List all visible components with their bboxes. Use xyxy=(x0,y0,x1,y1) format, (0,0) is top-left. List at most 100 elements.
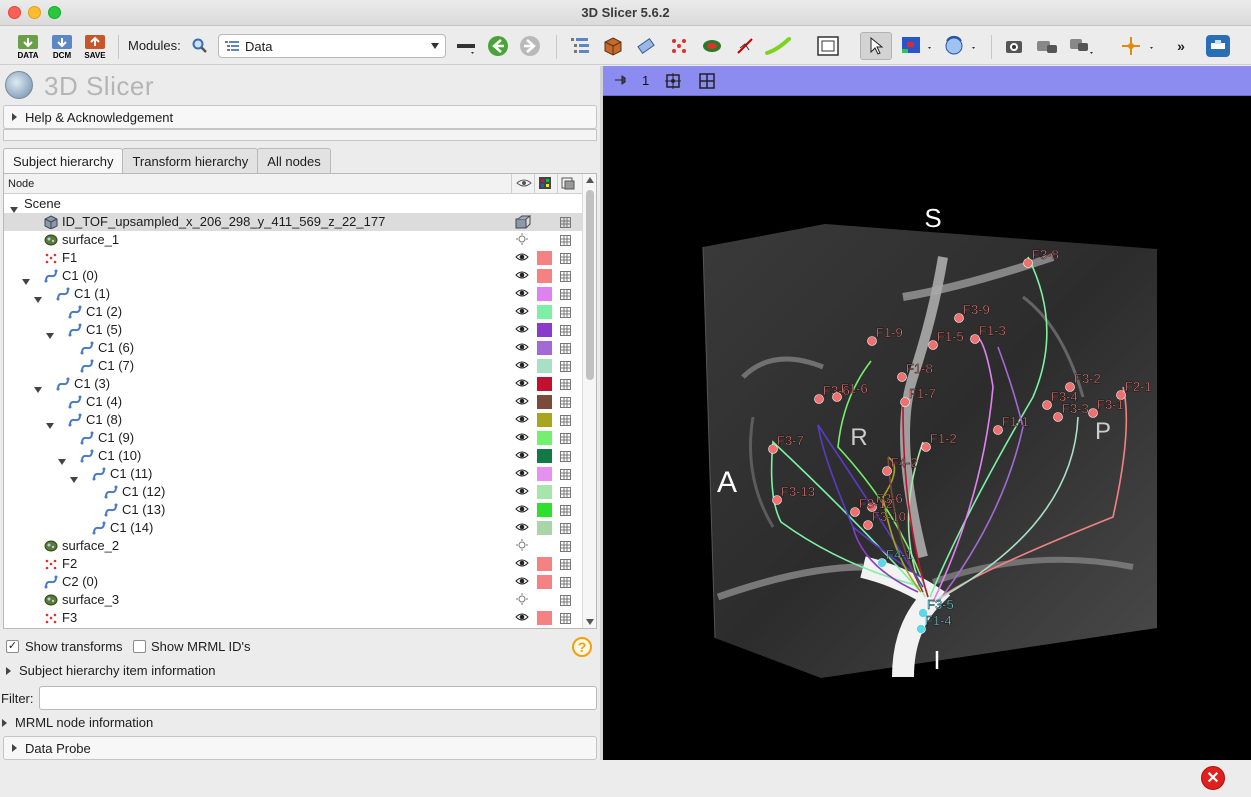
node-column-header[interactable]: Node xyxy=(8,178,34,190)
eye-icon[interactable] xyxy=(515,413,529,427)
dicom-button[interactable]: DCM xyxy=(48,32,76,60)
save-button[interactable]: SAVE xyxy=(81,32,109,60)
curve-module-button[interactable] xyxy=(764,32,792,60)
tree-row[interactable]: F2 xyxy=(4,555,582,573)
color-swatch[interactable] xyxy=(537,521,552,535)
help-icon[interactable]: ? xyxy=(572,637,592,657)
eye-icon[interactable] xyxy=(515,305,529,319)
close-window-button[interactable] xyxy=(8,6,21,19)
eye-icon[interactable] xyxy=(515,521,529,535)
data-probe-section[interactable]: Data Probe xyxy=(3,736,597,760)
transform-grid-icon[interactable] xyxy=(560,486,571,498)
mrml-node-info-section[interactable]: MRML node information xyxy=(2,715,153,730)
select-mode-button[interactable] xyxy=(860,32,892,60)
transform-column-icon[interactable] xyxy=(561,177,575,193)
scene-views-menu-button[interactable] xyxy=(1067,32,1097,60)
tab-all-nodes[interactable]: All nodes xyxy=(257,148,331,173)
tree-row[interactable]: Scene xyxy=(4,195,582,213)
tree-row[interactable]: F1 xyxy=(4,249,582,267)
tree-row[interactable]: C1 (10) xyxy=(4,447,582,465)
transform-grid-icon[interactable] xyxy=(560,468,571,480)
eye-icon[interactable] xyxy=(515,611,529,625)
sh-item-info-section[interactable]: Subject hierarchy item information xyxy=(6,663,216,678)
error-log-icon[interactable]: ✕ xyxy=(1201,766,1225,790)
view-layout-button[interactable] xyxy=(815,32,841,60)
transform-grid-icon[interactable] xyxy=(560,396,571,408)
tree-row[interactable]: C1 (13) xyxy=(4,501,582,519)
tree-row[interactable]: C1 (11) xyxy=(4,465,582,483)
transform-grid-icon[interactable] xyxy=(560,270,571,282)
transform-grid-icon[interactable] xyxy=(560,378,571,390)
color-swatch[interactable] xyxy=(537,467,552,481)
tree-row[interactable]: C1 (5) xyxy=(4,321,582,339)
transform-grid-icon[interactable] xyxy=(560,414,571,426)
transform-grid-icon[interactable] xyxy=(560,216,571,228)
transform-grid-icon[interactable] xyxy=(560,450,571,462)
3d-render[interactable]: S A R P I F3-8F3-9F1-9 F1-5 F1-3F1-8F3-6F1… xyxy=(603,97,1251,760)
volumes-module-button[interactable] xyxy=(601,32,625,60)
crosshair-mode-button[interactable] xyxy=(942,32,980,60)
tree-row[interactable]: C1 (6) xyxy=(4,339,582,357)
center-view-icon[interactable] xyxy=(664,72,682,93)
transform-grid-icon[interactable] xyxy=(560,234,571,246)
scene-view-button[interactable] xyxy=(1034,32,1060,60)
next-module-button[interactable] xyxy=(517,32,543,60)
eye-icon[interactable] xyxy=(515,431,529,445)
tree-row[interactable]: C1 (8) xyxy=(4,411,582,429)
transform-grid-icon[interactable] xyxy=(560,522,571,534)
screenshot-button[interactable] xyxy=(1002,32,1026,60)
tree-row[interactable]: C2 (0) xyxy=(4,573,582,591)
maximize-window-button[interactable] xyxy=(48,6,61,19)
color-swatch[interactable] xyxy=(537,431,552,445)
hidden-eye-icon[interactable] xyxy=(515,233,529,247)
tree-row[interactable]: C1 (3) xyxy=(4,375,582,393)
color-swatch[interactable] xyxy=(537,377,552,391)
eye-icon[interactable] xyxy=(515,467,529,481)
transform-grid-icon[interactable] xyxy=(560,594,571,606)
transform-grid-icon[interactable] xyxy=(560,252,571,264)
hidden-eye-icon[interactable] xyxy=(515,539,529,553)
subject-hierarchy-tree[interactable]: Node Scene ID_TOF_upsampled_x_206_298_y_4… xyxy=(3,173,597,629)
window-level-button[interactable] xyxy=(898,32,936,60)
eye-icon[interactable] xyxy=(515,449,529,463)
transform-grid-icon[interactable] xyxy=(560,540,571,552)
scrollbar-thumb[interactable] xyxy=(586,190,594,380)
color-swatch[interactable] xyxy=(537,305,552,319)
eye-icon[interactable] xyxy=(515,377,529,391)
eye-icon[interactable] xyxy=(515,557,529,571)
tree-row[interactable]: ID_TOF_upsampled_x_206_298_y_411_569_z_2… xyxy=(4,213,582,231)
color-swatch[interactable] xyxy=(537,557,552,571)
color-swatch[interactable] xyxy=(537,287,552,301)
color-swatch[interactable] xyxy=(537,251,552,265)
tree-row[interactable]: C1 (4) xyxy=(4,393,582,411)
color-swatch[interactable] xyxy=(537,341,552,355)
eye-icon[interactable] xyxy=(515,287,529,301)
filter-input[interactable] xyxy=(39,686,597,710)
transform-grid-icon[interactable] xyxy=(560,288,571,300)
show-mrml-ids-checkbox[interactable] xyxy=(133,640,146,653)
eye-icon[interactable] xyxy=(515,485,529,499)
3d-view[interactable]: 1 S A R P I F3-8 F3-9 F1-9 F1-5 F1-3 F1-… xyxy=(603,66,1251,760)
tree-row[interactable]: C1 (7) xyxy=(4,357,582,375)
color-swatch[interactable] xyxy=(537,323,552,337)
models-module-button[interactable] xyxy=(634,32,658,60)
data-module-button[interactable] xyxy=(568,32,592,60)
module-selector[interactable]: Data xyxy=(218,34,446,58)
tab-subject-hierarchy[interactable]: Subject hierarchy xyxy=(3,148,124,174)
color-swatch[interactable] xyxy=(537,611,552,625)
eye-icon[interactable] xyxy=(515,269,529,283)
transform-grid-icon[interactable] xyxy=(560,360,571,372)
eye-icon[interactable] xyxy=(515,503,529,517)
transform-grid-icon[interactable] xyxy=(560,576,571,588)
color-swatch[interactable] xyxy=(537,269,552,283)
segment-editor-button[interactable] xyxy=(700,32,724,60)
tree-row[interactable]: surface_3 xyxy=(4,591,582,609)
view-layout-grid-icon[interactable] xyxy=(698,72,716,93)
transform-grid-icon[interactable] xyxy=(560,432,571,444)
tree-row[interactable]: C1 (9) xyxy=(4,429,582,447)
load-data-button[interactable]: DATA xyxy=(14,32,42,60)
transform-grid-icon[interactable] xyxy=(560,504,571,516)
color-swatch[interactable] xyxy=(537,413,552,427)
pin-icon[interactable] xyxy=(613,72,629,91)
show-transforms-checkbox[interactable]: ✓ xyxy=(6,640,19,653)
